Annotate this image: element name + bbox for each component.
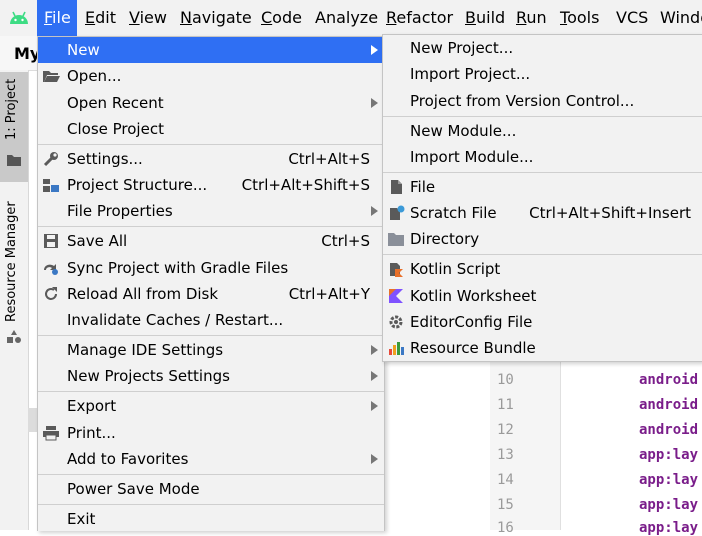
project-tool-tab[interactable]: 1: Project [0,72,28,182]
menu-file[interactable]: File [37,0,77,36]
folder-icon [7,155,21,166]
directory-item[interactable]: Directory [383,226,702,252]
code-line[interactable]: android [639,372,698,388]
menu-code[interactable]: Code [261,0,302,36]
gradle-sync-icon [44,264,58,275]
editorconfig-file-item[interactable]: EditorConfig File [383,309,702,335]
new-module-item[interactable]: New Module... [383,118,702,144]
menu-separator [383,254,702,255]
open-folder-icon [43,71,60,82]
menu-window[interactable]: Windo [660,0,702,36]
file-menu-reload-all[interactable]: Reload All from Disk Ctrl+Alt+Y [38,281,384,307]
kotlin-worksheet-item[interactable]: Kotlin Worksheet [383,283,702,309]
code-line[interactable]: android [639,397,698,413]
file-menu-project-structure[interactable]: Project Structure... Ctrl+Alt+Shift+S [38,172,384,198]
menu-run[interactable]: Run [516,0,547,36]
line-number: 15 [497,497,514,513]
line-number: 11 [497,397,514,413]
file-menu-exit[interactable]: Exit [38,506,384,532]
resource-manager-tab[interactable]: Resource Manager [0,200,28,350]
scratch-file-icon [390,205,405,220]
import-module-item[interactable]: Import Module... [383,144,702,170]
folder-icon [388,233,404,246]
menu-edit[interactable]: Edit [85,0,116,36]
file-menu-file-properties[interactable]: File Properties [38,198,384,224]
file-menu-power-save-mode[interactable]: Power Save Mode [38,476,384,502]
project-tool-tab-label: 1: Project [4,78,19,140]
menu-separator [38,335,384,336]
menu-separator [38,144,384,145]
file-menu-manage-ide-settings[interactable]: Manage IDE Settings [38,337,384,363]
code-line[interactable]: app:lay [639,447,698,463]
reload-icon [45,287,57,300]
resource-manager-tab-label: Resource Manager [4,201,19,322]
submenu-arrow-icon [371,45,378,55]
submenu-arrow-icon [371,206,378,216]
resource-bundle-item[interactable]: Resource Bundle [383,335,702,361]
new-project-item[interactable]: New Project... [383,35,702,61]
file-menu-new[interactable]: New [38,37,384,63]
menu-separator [383,172,702,173]
line-number: 10 [497,372,514,388]
new-file-item[interactable]: File [383,174,702,200]
menu-separator [38,226,384,227]
new-submenu: New Project... Import Project... Project… [382,34,702,362]
import-project-item[interactable]: Import Project... [383,61,702,87]
file-icon [391,180,402,194]
line-number: 14 [497,472,514,488]
kotlin-script-item[interactable]: Kotlin Script [383,256,702,282]
printer-icon [43,426,59,441]
code-line[interactable]: android [639,422,698,438]
line-number: 16 [497,520,514,536]
project-from-vcs-item[interactable]: Project from Version Control... [383,88,702,114]
menu-separator [383,116,702,117]
file-menu-close-project[interactable]: Close Project [38,116,384,142]
menu-bar: File Edit View Navigate Code Analyze Ref… [0,0,702,36]
line-number: 13 [497,447,514,463]
submenu-arrow-icon [371,371,378,381]
menu-separator [38,474,384,475]
file-menu-open-recent[interactable]: Open Recent [38,90,384,116]
wrench-icon [43,152,58,167]
file-menu-print[interactable]: Print... [38,420,384,446]
android-logo-icon [10,11,28,24]
code-line[interactable]: app:lay [639,497,698,513]
menu-refactor[interactable]: Refactor [386,0,453,36]
file-menu-export[interactable]: Export [38,393,384,419]
file-menu-save-all[interactable]: Save All Ctrl+S [38,228,384,254]
file-menu-open[interactable]: Open... [38,63,384,89]
tool-window-sidebar: 1: Project Resource Manager [0,70,29,530]
file-menu-dropdown: New Open... Open Recent Close Project Se… [37,36,385,531]
line-number: 12 [497,422,514,438]
code-line[interactable]: app:lay [639,472,698,488]
file-menu-invalidate-caches[interactable]: Invalidate Caches / Restart... [38,307,384,333]
menu-view[interactable]: View [129,0,167,36]
file-menu-add-to-favorites[interactable]: Add to Favorites [38,446,384,472]
submenu-arrow-icon [371,345,378,355]
kotlin-icon [390,263,403,277]
file-menu-settings[interactable]: Settings... Ctrl+Alt+S [38,146,384,172]
menu-separator [38,391,384,392]
menu-build[interactable]: Build [465,0,505,36]
kotlin-icon [389,289,403,303]
menu-navigate[interactable]: Navigate [180,0,252,36]
menu-tools[interactable]: Tools [560,0,599,36]
menu-vcs[interactable]: VCS [616,0,648,36]
resource-bundle-icon [389,342,404,355]
scratch-file-item[interactable]: Scratch File Ctrl+Alt+Shift+Insert [383,200,702,226]
project-structure-icon [43,179,59,192]
menu-analyze[interactable]: Analyze [315,0,378,36]
submenu-arrow-icon [371,98,378,108]
submenu-arrow-icon [371,401,378,411]
file-menu-sync-gradle[interactable]: Sync Project with Gradle Files [38,255,384,281]
save-icon [44,234,58,248]
gear-icon [389,315,403,329]
menu-separator [38,504,384,505]
code-line[interactable]: app:lay [639,520,698,536]
submenu-arrow-icon [371,454,378,464]
resource-manager-icon [7,330,21,343]
file-menu-new-projects-settings[interactable]: New Projects Settings [38,363,384,389]
